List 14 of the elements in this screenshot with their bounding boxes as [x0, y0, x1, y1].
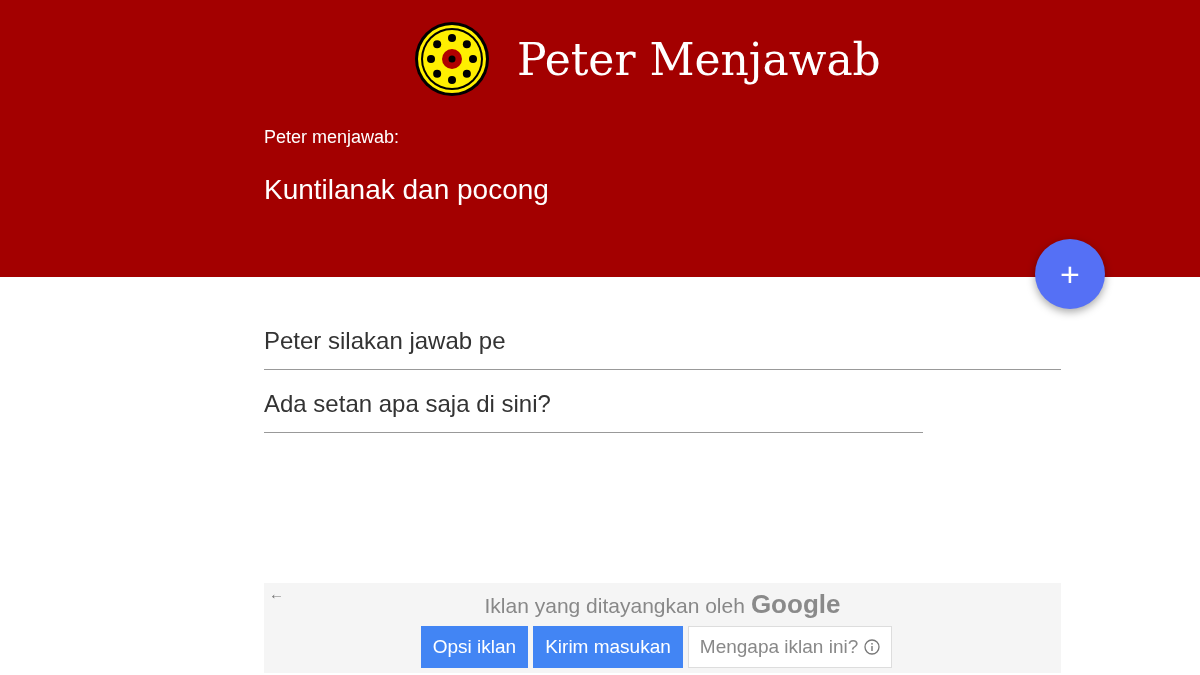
ad-button[interactable]: Opsi iklan — [420, 626, 529, 668]
add-button[interactable]: + — [1035, 239, 1105, 309]
question-title: Kuntilanak dan pocong — [264, 174, 549, 206]
text-field[interactable]: Ada setan apa saja di sini? — [264, 390, 923, 433]
brand-text: Google — [750, 589, 841, 620]
back-link[interactable]: ← — [269, 585, 284, 602]
text-field[interactable]: Peter silakan jawab pe — [264, 327, 1061, 370]
ad-button[interactable]: Kirim masukan — [533, 626, 683, 668]
flower-logo-icon — [415, 20, 489, 98]
ad-button[interactable]: Mengapa iklan ini? — [687, 626, 893, 668]
site-title: Peter Menjawab — [517, 33, 881, 85]
info-icon — [864, 639, 881, 655]
answer-label: Peter menjawab: — [264, 127, 400, 148]
ad-caption: Iklan yang ditayangkan oleh — [484, 594, 745, 618]
